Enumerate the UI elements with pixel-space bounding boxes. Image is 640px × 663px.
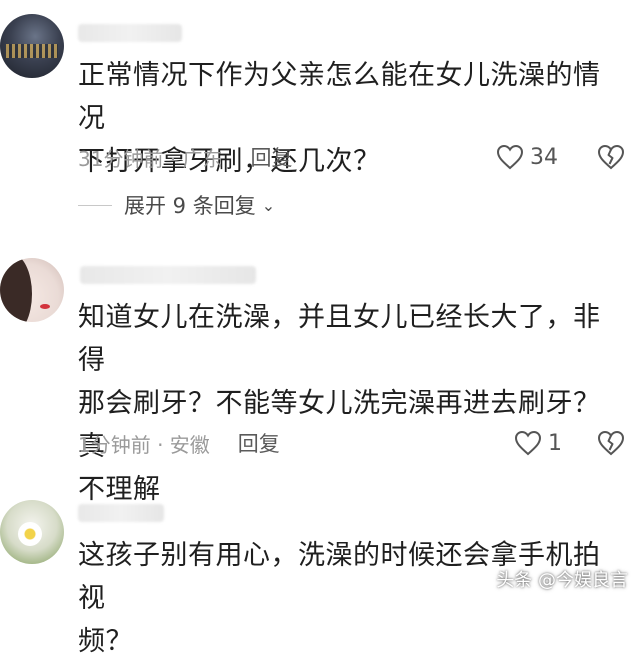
avatar[interactable] [0, 500, 64, 564]
comment-item: 这孩子别有用心，洗澡的时候还会拿手机拍视 频？ [0, 0, 640, 657]
watermark: 头条 @今娱良言 [496, 570, 628, 591]
comment-text: 这孩子别有用心，洗澡的时候还会拿手机拍视 频？ [78, 534, 618, 663]
username-blurred [78, 504, 164, 522]
comment-line: 频？ [78, 626, 133, 657]
